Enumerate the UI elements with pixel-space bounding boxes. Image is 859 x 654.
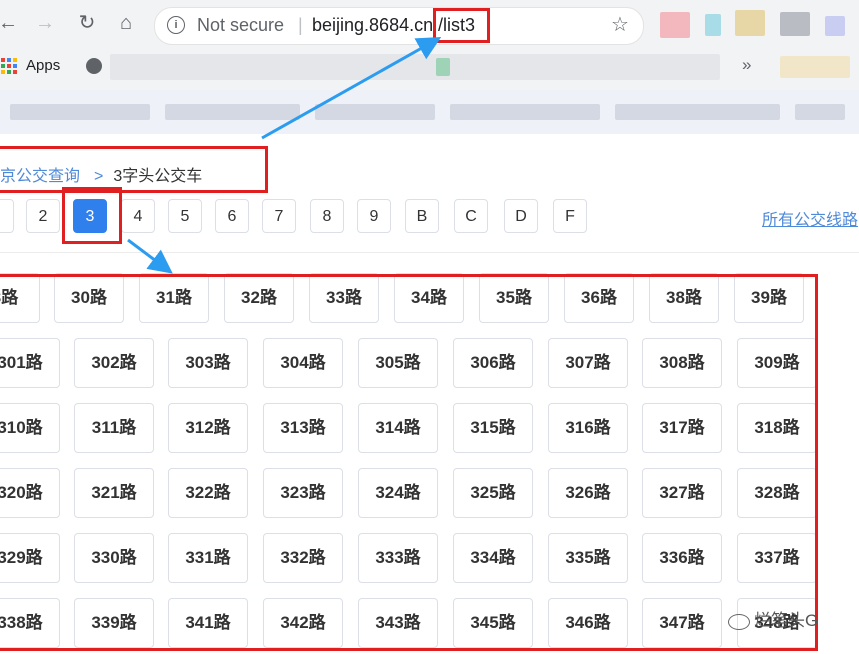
arrow-to-url: [261, 37, 442, 140]
watermark: 烂笔头G: [728, 606, 818, 631]
annotation-arrows: [127, 37, 442, 274]
watermark-text: 烂笔头G: [754, 611, 819, 630]
wechat-icon: [728, 613, 750, 630]
arrow-to-routes: [127, 238, 173, 274]
